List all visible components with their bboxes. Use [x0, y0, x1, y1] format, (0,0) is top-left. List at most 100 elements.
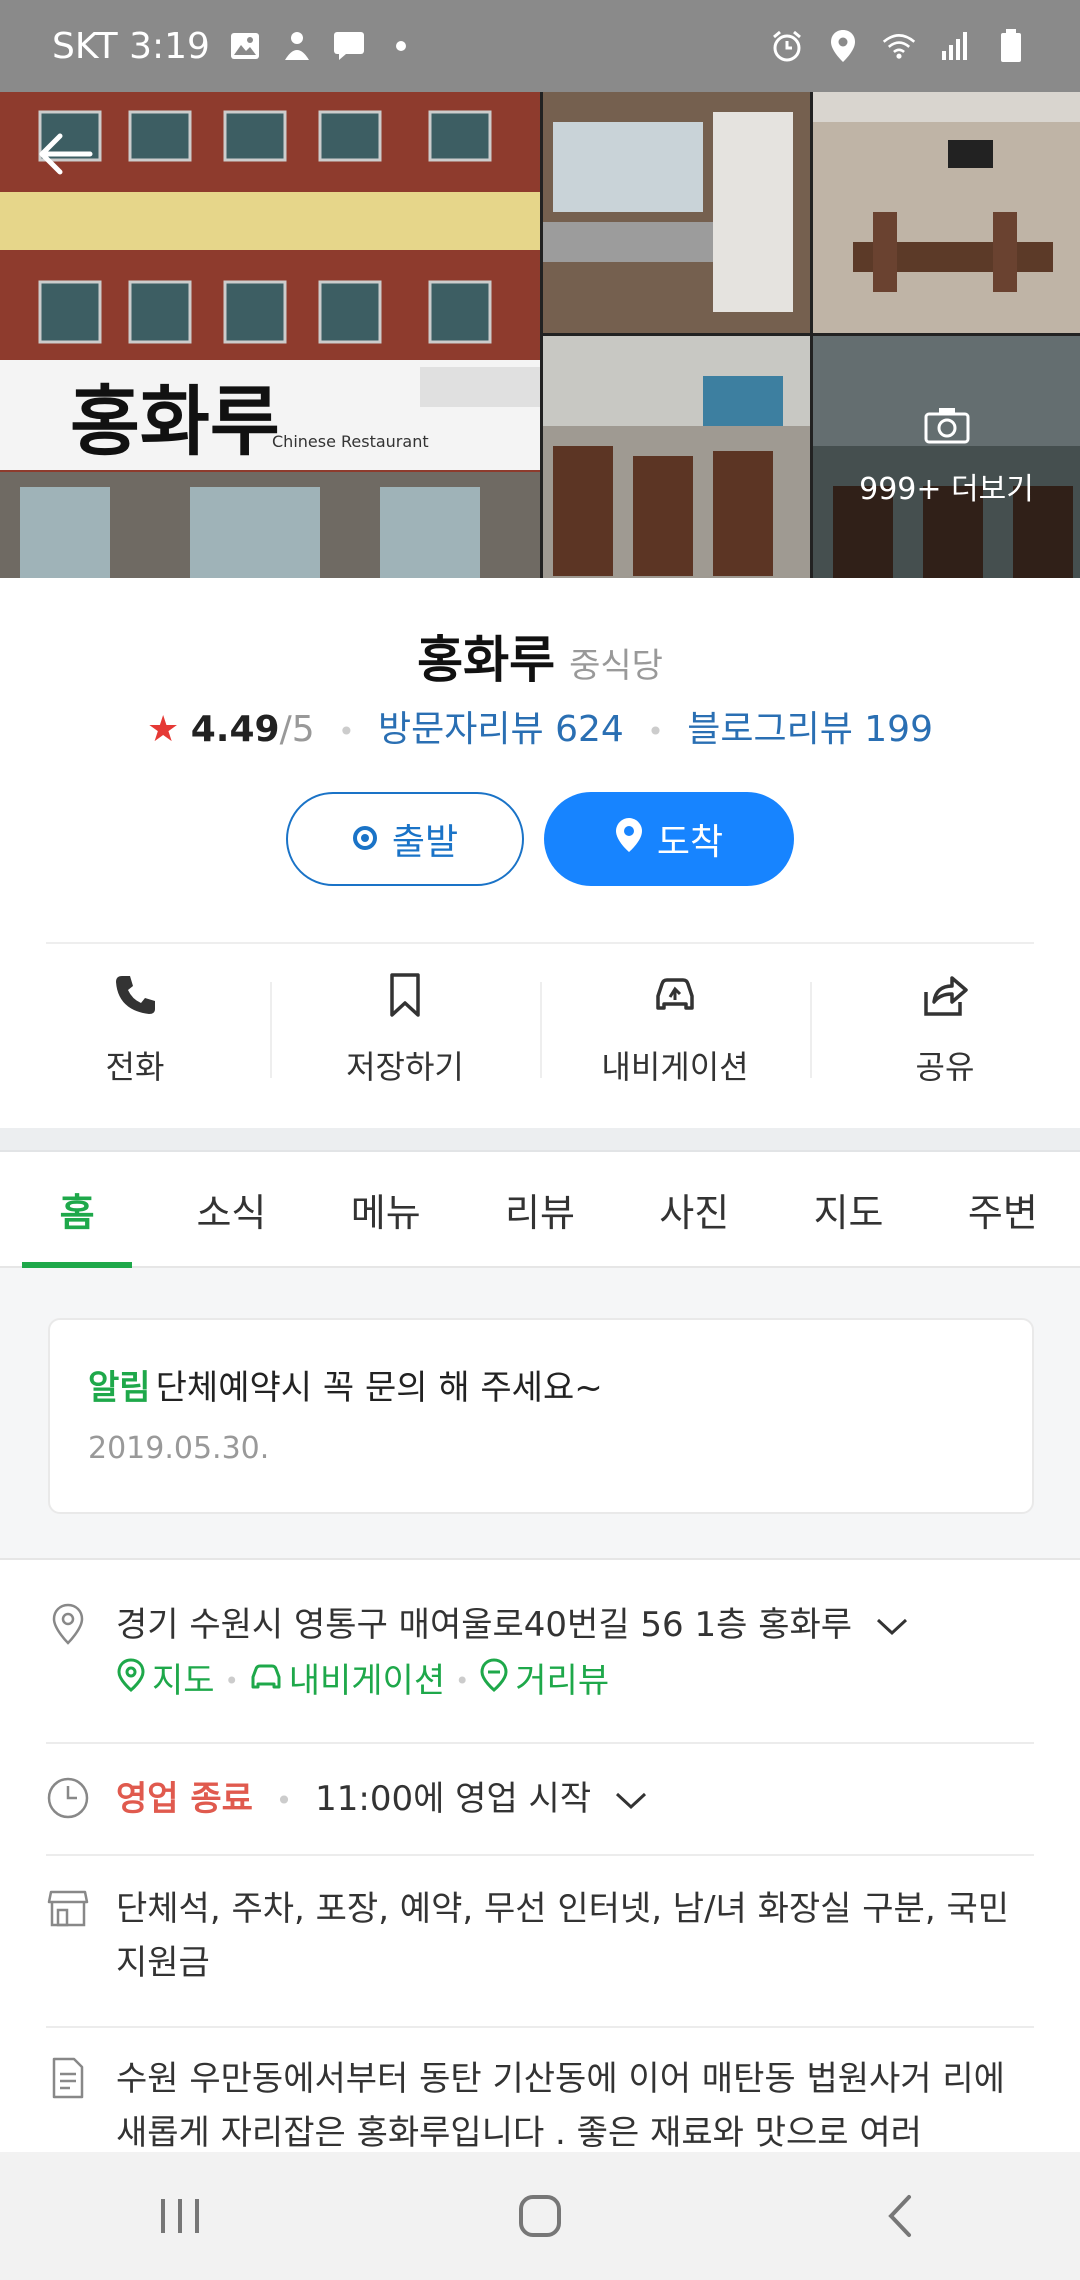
store-icon — [46, 1886, 90, 1930]
tab-reviews[interactable]: 리뷰 — [463, 1152, 617, 1266]
notice-date: 2019.05.30. — [88, 1431, 270, 1466]
tab-menu[interactable]: 메뉴 — [309, 1152, 463, 1266]
notice-card[interactable]: 알림 단체예약시 꼭 문의 해 주세요~ 2019.05.30. — [48, 1318, 1034, 1514]
share-label: 공유 — [915, 1048, 975, 1086]
divider — [46, 2026, 1034, 2028]
battery-icon — [994, 29, 1028, 63]
divider — [46, 1854, 1034, 1856]
save-action[interactable]: 저장하기 — [270, 970, 540, 1095]
chevron-down-icon[interactable] — [614, 1773, 648, 1827]
navigation-label: 내비게이션 — [601, 1048, 749, 1086]
tab-photos[interactable]: 사진 — [617, 1152, 771, 1266]
hours-row[interactable]: 영업 종료 • 11:00에 영업 시작 — [46, 1772, 1034, 1828]
hours-next: 11:00에 영업 시작 — [315, 1779, 592, 1819]
map-link-label: 지도 — [152, 1660, 215, 1701]
map-pin-icon — [116, 1654, 146, 1708]
navigation-link[interactable]: 내비게이션 — [249, 1654, 445, 1708]
visitor-reviews-link[interactable]: 방문자리뷰 624 — [378, 709, 624, 750]
separator-dot: • — [338, 715, 355, 748]
navigation-link-label: 내비게이션 — [288, 1660, 446, 1701]
tab-map[interactable]: 지도 — [771, 1152, 925, 1266]
rating-outof: /5 — [279, 709, 315, 750]
blog-reviews-link[interactable]: 블로그리뷰 199 — [687, 709, 933, 750]
photo-grid: 홍화루 Chinese Restaurant 999+ 더보기 — [0, 92, 1080, 578]
pin-icon — [615, 817, 643, 862]
dining-room-photo[interactable] — [813, 92, 1080, 333]
divider — [46, 1742, 1034, 1744]
address-row: 경기 수원시 영통구 매여울로40번길 56 1층 홍화루 지도 • 내비게이션… — [46, 1598, 1034, 1708]
document-icon — [46, 2056, 90, 2100]
carrier-time: SKT 3:19 — [52, 25, 210, 67]
hours-status: 영업 종료 — [116, 1779, 253, 1819]
tables-photo[interactable] — [543, 336, 810, 578]
action-bar: 전화 저장하기 내비게이션 공유 — [0, 970, 1080, 1095]
location-pin-icon — [46, 1602, 90, 1646]
tab-news[interactable]: 소식 — [154, 1152, 308, 1266]
depart-button[interactable]: 출발 — [286, 792, 524, 886]
home-button[interactable] — [495, 2171, 585, 2261]
share-icon — [920, 970, 970, 1028]
clock-icon — [46, 1776, 90, 1820]
depart-dot-icon — [352, 819, 378, 860]
kitchen-photo[interactable] — [543, 92, 810, 333]
share-action[interactable]: 공유 — [810, 970, 1080, 1095]
dot-icon — [384, 29, 418, 63]
call-action[interactable]: 전화 — [0, 970, 270, 1095]
car-icon — [249, 1654, 283, 1708]
wifi-icon — [882, 29, 916, 63]
divider — [46, 942, 1034, 944]
place-category: 중식당 — [569, 646, 663, 686]
route-buttons: 출발 도착 — [0, 792, 1080, 886]
notice-text: 단체예약시 꼭 문의 해 주세요~ — [155, 1368, 603, 1408]
more-photos-label: 999+ 더보기 — [859, 472, 1034, 507]
tab-nearby[interactable]: 주변 — [926, 1152, 1080, 1266]
signal-icon — [938, 29, 972, 63]
place-header: 홍화루 중식당 — [0, 620, 1080, 692]
more-photos-overlay[interactable]: 999+ 더보기 — [813, 336, 1080, 578]
place-name: 홍화루 — [417, 631, 556, 689]
notification-app-icon — [280, 29, 314, 63]
separator-dot: • — [275, 1784, 293, 1817]
gallery-icon — [228, 29, 262, 63]
more-photos-tile[interactable]: 999+ 더보기 — [813, 336, 1080, 578]
street-view-link-label: 거리뷰 — [515, 1660, 610, 1701]
notice-label: 알림 — [88, 1368, 151, 1408]
address-text: 경기 수원시 영통구 매여울로40번길 56 1층 홍화루 — [116, 1605, 853, 1645]
map-link[interactable]: 지도 — [116, 1654, 215, 1708]
chat-icon — [332, 29, 366, 63]
star-icon: ★ — [147, 709, 180, 750]
navigation-action[interactable]: 내비게이션 — [540, 970, 810, 1095]
alarm-icon — [770, 29, 804, 63]
street-view-icon — [479, 1654, 509, 1708]
separator-dot: • — [224, 1666, 239, 1695]
address-links: 지도 • 내비게이션 • 거리뷰 — [116, 1654, 1034, 1708]
description-text: 수원 우만동에서부터 동탄 기산동에 이어 매탄동 법원사거 리에 새롭게 자리… — [116, 2059, 1005, 2154]
tab-bar: 홈 소식 메뉴 리뷰 사진 지도 주변 — [0, 1152, 1080, 1268]
amenities-text: 단체석, 주차, 포장, 예약, 무선 인터넷, 남/녀 화장실 구분, 국민지… — [116, 1889, 1010, 1984]
notice-section: 알림 단체예약시 꼭 문의 해 주세요~ 2019.05.30. — [0, 1268, 1080, 1560]
chevron-down-icon[interactable] — [875, 1599, 909, 1653]
storefront-photo[interactable]: 홍화루 Chinese Restaurant — [0, 92, 540, 578]
separator-dot: • — [455, 1666, 470, 1695]
description-row[interactable]: 수원 우만동에서부터 동탄 기산동에 이어 매탄동 법원사거 리에 새롭게 자리… — [46, 2052, 1034, 2161]
system-navigation-bar — [0, 2152, 1080, 2280]
save-label: 저장하기 — [346, 1048, 464, 1086]
arrive-label: 도착 — [656, 822, 724, 863]
recent-apps-button[interactable] — [135, 2171, 225, 2261]
address-line[interactable]: 경기 수원시 영통구 매여울로40번길 56 1층 홍화루 — [116, 1598, 1034, 1654]
depart-label: 출발 — [391, 822, 459, 863]
street-view-link[interactable]: 거리뷰 — [479, 1654, 609, 1708]
sign-sub-text: Chinese Restaurant — [272, 432, 429, 451]
rating-score: 4.49 — [190, 709, 280, 750]
tab-home[interactable]: 홈 — [0, 1152, 154, 1268]
camera-icon — [924, 406, 970, 452]
sign-main-text: 홍화루 — [70, 377, 280, 466]
arrive-button[interactable]: 도착 — [544, 792, 794, 886]
back-nav-button[interactable] — [855, 2171, 945, 2261]
app-screen: SKT 3:19 홍화루 Chinese Restaurant 999+ 더보기… — [0, 0, 1080, 2280]
car-navigation-icon — [650, 970, 700, 1028]
rating-row: ★ 4.49/5 • 방문자리뷰 624 • 블로그리뷰 199 — [0, 700, 1080, 752]
separator-dot: • — [647, 715, 664, 748]
back-button[interactable] — [30, 120, 100, 190]
call-label: 전화 — [105, 1048, 165, 1086]
